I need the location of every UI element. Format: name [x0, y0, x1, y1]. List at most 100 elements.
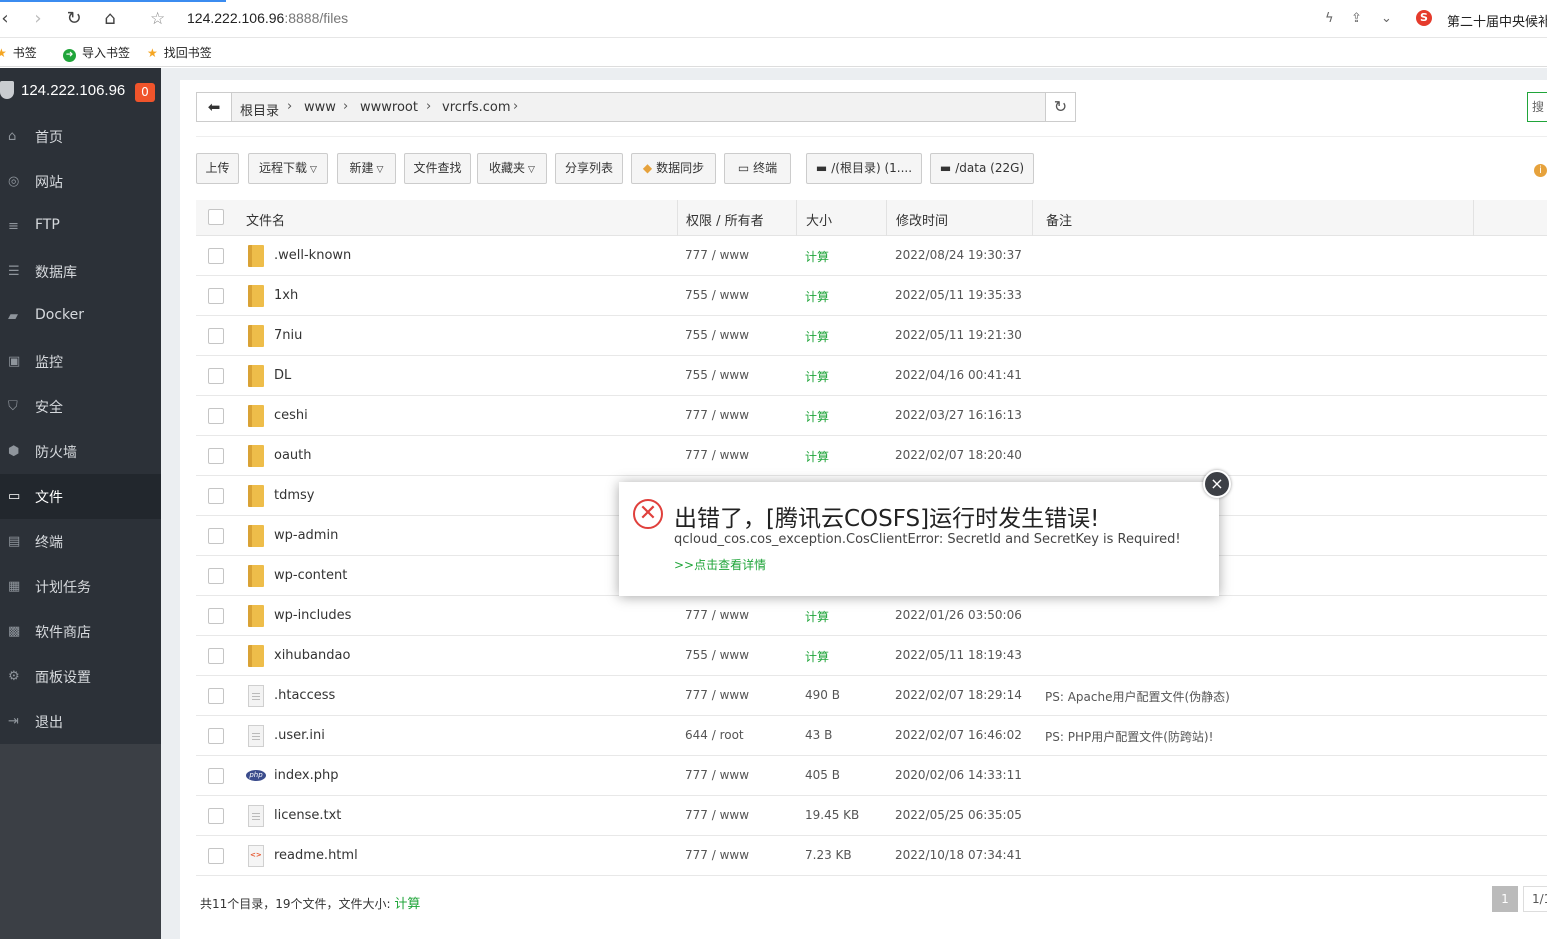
file-permission[interactable]: 777 / www	[685, 248, 749, 262]
sogou-icon[interactable]: S	[1416, 10, 1432, 26]
file-name[interactable]: index.php	[274, 768, 338, 783]
back-arrow-icon[interactable]: ⬅	[197, 93, 232, 121]
file-permission[interactable]: 777 / www	[685, 408, 749, 422]
row-checkbox[interactable]	[208, 448, 224, 464]
file-name[interactable]: 1xh	[274, 288, 298, 303]
file-size[interactable]: 计算	[805, 448, 829, 465]
address-bar[interactable]: 124.222.106.96:8888/files	[187, 10, 348, 26]
table-row[interactable]: .well-known 777 / www 计算 2022/08/24 19:30:3…	[196, 236, 1547, 276]
file-name[interactable]: wp-admin	[274, 528, 338, 543]
row-checkbox[interactable]	[208, 608, 224, 624]
table-row[interactable]: oauth 777 / www 计算 2022/02/07 18:20:40	[196, 436, 1547, 476]
sidebar-item[interactable]: ▣ 监控	[0, 339, 161, 384]
crumb-wwwroot[interactable]: wwwroot	[360, 100, 418, 115]
file-search-button[interactable]: 文件查找	[404, 153, 471, 184]
table-row[interactable]: php index.php 777 / www 405 B 2020/02/06 14:…	[196, 756, 1547, 796]
bookmark-star-icon[interactable]: ☆	[150, 9, 165, 29]
crumb-root[interactable]: 根目录	[240, 100, 279, 119]
bookmark-item[interactable]: ★ 书签	[0, 44, 37, 61]
file-name[interactable]: .htaccess	[274, 688, 335, 703]
sidebar-item[interactable]: ▤ 终端	[0, 519, 161, 564]
row-checkbox[interactable]	[208, 368, 224, 384]
crumb-www[interactable]: www	[304, 100, 336, 115]
news-ticker[interactable]: 第二十届中央候补	[1447, 11, 1547, 30]
file-permission[interactable]: 755 / www	[685, 368, 749, 382]
row-checkbox[interactable]	[208, 288, 224, 304]
file-size[interactable]: 计算	[805, 288, 829, 305]
table-row[interactable]: .user.ini 644 / root 43 B 2022/02/07 16:46:…	[196, 716, 1547, 756]
total-size-calc-link[interactable]: 计算	[394, 897, 420, 912]
file-name[interactable]: tdmsy	[274, 488, 314, 503]
bookmark-item[interactable]: ➜ 导入书签	[63, 44, 130, 62]
file-name[interactable]: oauth	[274, 448, 312, 463]
row-checkbox[interactable]	[208, 648, 224, 664]
row-checkbox[interactable]	[208, 408, 224, 424]
home-icon[interactable]: ⌂	[99, 8, 121, 30]
sidebar-item[interactable]: ⚙ 面板设置	[0, 654, 161, 699]
view-details-link[interactable]: >>点击查看详情	[674, 556, 766, 573]
new-button[interactable]: 新建 ▽	[337, 153, 396, 184]
file-name[interactable]: readme.html	[274, 848, 358, 863]
select-all-checkbox[interactable]	[208, 209, 224, 225]
chevron-down-icon[interactable]: ⌄	[1381, 11, 1392, 26]
file-name[interactable]: wp-includes	[274, 608, 351, 623]
sidebar-item[interactable]: ▩ 软件商店	[0, 609, 161, 654]
table-row[interactable]: DL 755 / www 计算 2022/04/16 00:41:41	[196, 356, 1547, 396]
file-name[interactable]: wp-content	[274, 568, 347, 583]
file-permission[interactable]: 777 / www	[685, 608, 749, 622]
header-size[interactable]: 大小	[806, 210, 832, 229]
bookmark-item[interactable]: ★ 找回书签	[147, 44, 212, 61]
sidebar-item[interactable]: ⇥ 退出	[0, 699, 161, 744]
row-checkbox[interactable]	[208, 328, 224, 344]
header-mtime[interactable]: 修改时间	[896, 210, 948, 229]
file-permission[interactable]: 644 / root	[685, 728, 744, 742]
file-name[interactable]: ceshi	[274, 408, 308, 423]
file-size[interactable]: 计算	[805, 608, 829, 625]
row-checkbox[interactable]	[208, 808, 224, 824]
file-size[interactable]: 计算	[805, 408, 829, 425]
table-row[interactable]: ceshi 777 / www 计算 2022/03/27 16:16:13	[196, 396, 1547, 436]
sidebar-item[interactable]: ▦ 计划任务	[0, 564, 161, 609]
file-name[interactable]: DL	[274, 368, 291, 383]
sidebar-item[interactable]: ◎ 网站	[0, 159, 161, 204]
file-name[interactable]: xihubandao	[274, 648, 350, 663]
page-current[interactable]: 1	[1492, 886, 1518, 912]
row-checkbox[interactable]	[208, 728, 224, 744]
lightning-icon[interactable]: ϟ	[1325, 11, 1334, 26]
table-row[interactable]: xihubandao 755 / www 计算 2022/05/11 18:19:43	[196, 636, 1547, 676]
search-button[interactable]: 搜	[1527, 92, 1547, 122]
file-name[interactable]: 7niu	[274, 328, 302, 343]
row-checkbox[interactable]	[208, 528, 224, 544]
header-filename[interactable]: 文件名	[246, 210, 285, 229]
file-permission[interactable]: 777 / www	[685, 848, 749, 862]
file-permission[interactable]: 755 / www	[685, 328, 749, 342]
row-checkbox[interactable]	[208, 488, 224, 504]
row-checkbox[interactable]	[208, 768, 224, 784]
remote-download-button[interactable]: 远程下载 ▽	[248, 153, 328, 184]
forward-icon[interactable]: ›	[27, 8, 49, 30]
file-name[interactable]: .user.ini	[274, 728, 325, 743]
file-note[interactable]: PS: PHP用户配置文件(防跨站)!	[1045, 728, 1213, 745]
terminal-button[interactable]: ▭ 终端	[724, 153, 791, 184]
favorites-button[interactable]: 收藏夹 ▽	[477, 153, 547, 184]
file-size[interactable]: 计算	[805, 328, 829, 345]
table-row[interactable]: .htaccess 777 / www 490 B 2022/02/07 18:29:…	[196, 676, 1547, 716]
file-size[interactable]: 计算	[805, 248, 829, 265]
table-row[interactable]: 7niu 755 / www 计算 2022/05/11 19:21:30	[196, 316, 1547, 356]
file-name[interactable]: license.txt	[274, 808, 341, 823]
back-icon[interactable]: ‹	[0, 8, 16, 30]
table-row[interactable]: readme.html 777 / www 7.23 KB 2022/10/18 07…	[196, 836, 1547, 876]
row-checkbox[interactable]	[208, 248, 224, 264]
sidebar-item[interactable]: ≡ FTP	[0, 204, 161, 249]
close-icon[interactable]: ×	[1203, 470, 1231, 498]
upload-button[interactable]: 上传	[196, 153, 239, 184]
reload-icon[interactable]: ↻	[63, 8, 85, 30]
file-size[interactable]: 计算	[805, 368, 829, 385]
table-row[interactable]: wp-includes 777 / www 计算 2022/01/26 03:50:0…	[196, 596, 1547, 636]
file-permission[interactable]: 777 / www	[685, 768, 749, 782]
message-badge[interactable]: 0	[135, 83, 155, 102]
table-row[interactable]: 1xh 755 / www 计算 2022/05/11 19:35:33	[196, 276, 1547, 316]
file-permission[interactable]: 755 / www	[685, 288, 749, 302]
row-checkbox[interactable]	[208, 848, 224, 864]
sidebar-item[interactable]: ☰ 数据库	[0, 249, 161, 294]
